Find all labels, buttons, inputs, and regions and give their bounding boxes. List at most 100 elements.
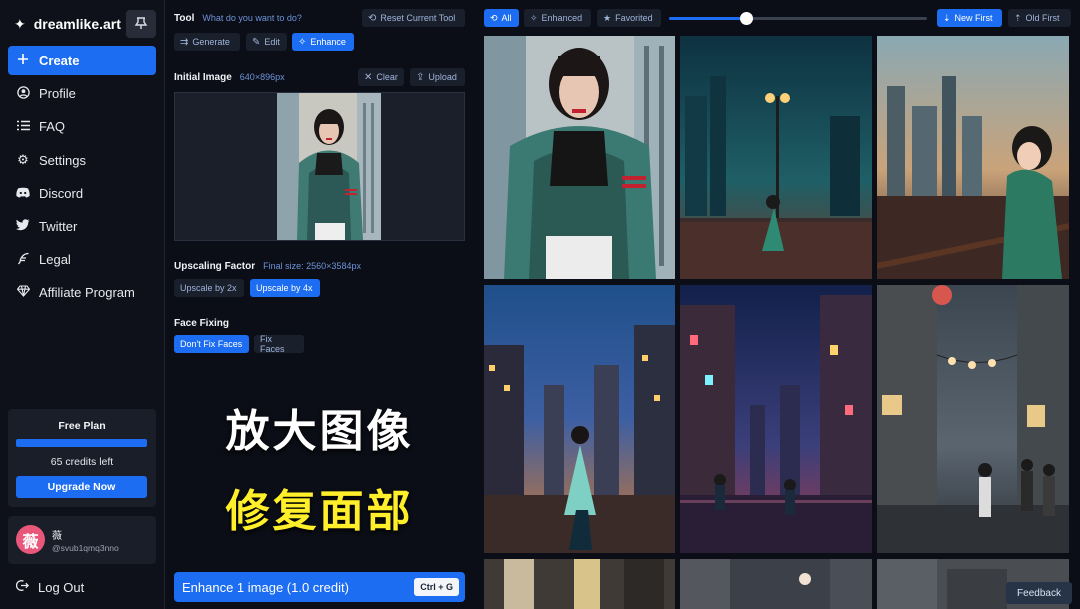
gem-icon (16, 285, 30, 300)
dont-fix-faces-option[interactable]: Don't Fix Faces (174, 335, 249, 353)
reset-icon: ⟲ (368, 12, 377, 24)
pin-sidebar-button[interactable] (126, 10, 156, 38)
close-icon: ✕ (364, 71, 373, 83)
initial-image-size: 640×896px (239, 72, 285, 82)
gallery-image[interactable] (877, 285, 1069, 553)
gear-icon: ⚙ (17, 152, 29, 168)
zoom-slider[interactable] (669, 12, 927, 25)
filter-all[interactable]: ⟲ All (484, 9, 519, 27)
plan-card: Free Plan 65 credits left Upgrade Now (8, 409, 156, 507)
tool-prompt: What do you want to do? (202, 13, 302, 23)
sidebar-item-label: Create (39, 53, 80, 68)
filter-label: All (501, 13, 512, 23)
gallery-image[interactable] (680, 559, 872, 609)
sidebar-item-twitter[interactable]: Twitter (8, 212, 156, 241)
sparkle-icon: ✦ (14, 15, 26, 32)
upload-label: Upload (428, 72, 457, 82)
gallery-image[interactable] (484, 36, 675, 279)
discord-icon (16, 186, 30, 201)
tab-generate[interactable]: ⇉ Generate (174, 33, 240, 51)
wand-icon: ⇉ (180, 36, 189, 48)
tab-label: Enhance (310, 37, 346, 47)
clear-label: Clear (376, 72, 398, 82)
gallery-image[interactable] (680, 285, 872, 553)
gallery: ⟲ All ✧ Enhanced ★ Favorited ⇣ New First… (474, 0, 1080, 609)
sidebar-nav: Create Profile FAQ ⚙ Settings Discord Tw… (8, 46, 156, 312)
sort-desc-icon: ⇣ (943, 12, 951, 23)
user-handle: @svub1qmq3nno (52, 543, 119, 553)
upscale-4x-option[interactable]: Upscale by 4x (250, 279, 320, 297)
tab-edit[interactable]: ✎ Edit (246, 33, 287, 51)
sidebar-item-faq[interactable]: FAQ (8, 112, 156, 141)
zoom-slider-handle[interactable] (740, 12, 754, 25)
filter-favorited[interactable]: ★ Favorited (597, 9, 661, 27)
clear-image-button[interactable]: ✕ Clear (358, 68, 404, 86)
gallery-image[interactable] (484, 285, 675, 553)
credits-progress-fill (16, 439, 147, 447)
sort-label: Old First (1025, 13, 1060, 23)
history-icon: ⟲ (490, 12, 498, 23)
sidebar-item-legal[interactable]: Legal (8, 245, 156, 274)
magic-icon: ✧ (530, 12, 538, 23)
star-icon: ★ (603, 12, 612, 23)
sort-old-first[interactable]: ⇡ Old First (1008, 9, 1071, 27)
user-icon (16, 85, 30, 102)
sidebar-item-label: Twitter (39, 218, 78, 234)
sidebar-item-settings[interactable]: ⚙ Settings (8, 146, 156, 175)
filter-enhanced[interactable]: ✧ Enhanced (524, 9, 591, 27)
tool-label: Tool (174, 13, 195, 24)
filter-label: Favorited (615, 13, 653, 23)
upload-image-button[interactable]: ⇪ Upload (410, 68, 465, 86)
sort-new-first[interactable]: ⇣ New First (937, 9, 1002, 27)
magic-icon: ✧ (298, 36, 307, 48)
sidebar-item-create[interactable]: Create (8, 46, 156, 75)
gallery-image[interactable] (877, 36, 1069, 279)
brand[interactable]: ✦ dreamlike.art (14, 14, 121, 34)
enhance-button[interactable]: Enhance 1 image (1.0 credit) Ctrl + G (174, 572, 465, 602)
gallery-image[interactable] (680, 36, 872, 279)
final-size: Final size: 2560×3584px (263, 261, 361, 271)
brand-name: dreamlike.art (33, 16, 121, 32)
tool-panel: Tool What do you want to do? ⟲ Reset Cur… (166, 0, 473, 609)
upload-icon: ⇪ (416, 71, 425, 83)
tab-label: Edit (264, 37, 280, 47)
filter-label: Enhanced (541, 13, 583, 23)
feedback-button[interactable]: Feedback (1006, 582, 1072, 604)
sidebar-item-label: Discord (39, 185, 84, 201)
user-card[interactable]: 薇 薇 @svub1qmq3nno (8, 516, 156, 564)
sidebar: ✦ dreamlike.art Create Profile FAQ ⚙ Set… (0, 0, 165, 609)
initial-image-label: Initial Image (174, 72, 232, 83)
sort-label: New First (954, 13, 993, 23)
sort-asc-icon: ⇡ (1014, 12, 1022, 23)
credits-left: 65 credits left (50, 456, 114, 468)
shortcut-badge: Ctrl + G (414, 578, 459, 596)
fix-faces-option[interactable]: Fix Faces (254, 334, 304, 354)
list-icon (16, 119, 30, 134)
upgrade-button[interactable]: Upgrade Now (16, 476, 147, 498)
sidebar-item-affiliate[interactable]: Affiliate Program (8, 278, 156, 307)
twitter-icon (16, 219, 30, 234)
logout-button[interactable]: Log Out (15, 578, 84, 596)
sidebar-item-discord[interactable]: Discord (8, 179, 156, 208)
logout-icon (15, 579, 29, 595)
plus-icon (16, 53, 30, 68)
sidebar-item-profile[interactable]: Profile (8, 79, 156, 108)
sidebar-item-label: Settings (39, 152, 86, 168)
pin-icon (134, 16, 148, 33)
reset-tool-button[interactable]: ⟲ Reset Current Tool (362, 9, 465, 27)
upscale-2x-option[interactable]: Upscale by 2x (174, 279, 244, 297)
gallery-toolbar: ⟲ All ✧ Enhanced ★ Favorited ⇣ New First… (474, 0, 1080, 34)
credits-progress-bar (16, 439, 147, 447)
gallery-image[interactable] (484, 559, 675, 609)
overlay-caption-face-fix: 修复面部 (225, 486, 414, 537)
zoom-slider-fill (669, 17, 747, 20)
enhance-button-label: Enhance 1 image (1.0 credit) (182, 579, 349, 595)
tab-label: Generate (192, 37, 230, 47)
tab-enhance[interactable]: ✧ Enhance (292, 33, 354, 51)
sidebar-item-label: Affiliate Program (39, 285, 135, 301)
plan-title: Free Plan (58, 420, 106, 432)
user-name: 薇 (52, 531, 62, 542)
pencil-icon: ✎ (252, 36, 261, 48)
logout-label: Log Out (38, 579, 85, 595)
initial-image-dropzone[interactable] (174, 92, 465, 241)
